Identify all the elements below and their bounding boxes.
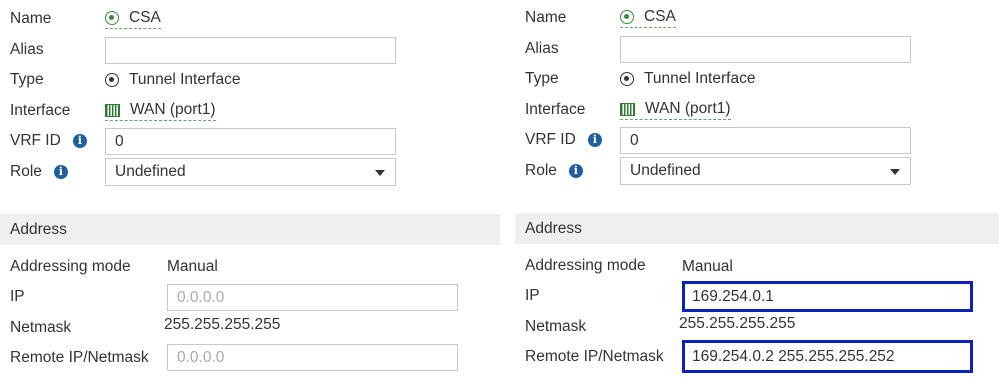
tunnel-icon [620, 72, 634, 86]
addressing-mode-label: Addressing mode [10, 258, 131, 275]
interface-value[interactable]: WAN (port1) [620, 100, 731, 120]
role-row: Role i [10, 159, 105, 185]
address-section-header: Address [515, 213, 999, 244]
role-label: Role i [10, 163, 105, 181]
alias-input[interactable] [105, 37, 396, 64]
caret-down-icon [890, 169, 900, 175]
interface-row: Interface WAN (port1) [10, 98, 216, 124]
role-label-text: Role [525, 162, 557, 179]
addressing-mode-value: Manual [167, 258, 218, 275]
info-icon[interactable]: i [72, 134, 87, 148]
role-select[interactable]: Undefined [105, 158, 396, 186]
netmask-label: Netmask [10, 319, 72, 336]
netmask-value: 255.255.255.255 [164, 316, 281, 333]
netmask-label: Netmask [525, 318, 587, 335]
ip-input[interactable]: 0.0.0.0 [167, 284, 458, 311]
info-icon[interactable]: i [587, 133, 602, 147]
type-row: Type Tunnel Interface [10, 67, 240, 93]
name-text: CSA [129, 9, 161, 26]
interface-label: Interface [525, 101, 586, 118]
vrf-id-input[interactable]: 0 [105, 128, 396, 155]
type-text: Tunnel Interface [129, 71, 241, 88]
role-label: Role i [525, 162, 620, 180]
role-row: Role i [525, 158, 620, 184]
remote-ip-netmask-label: Remote IP/Netmask [525, 348, 664, 365]
remote-ip-netmask-label: Remote IP/Netmask [10, 349, 149, 366]
interface-form-left: Name CSA Alias Type Tunnel Interface Int… [0, 0, 500, 392]
type-value: Tunnel Interface [620, 70, 755, 88]
type-text: Tunnel Interface [644, 70, 756, 87]
type-row: Type Tunnel Interface [525, 66, 755, 92]
caret-down-icon [375, 170, 385, 176]
port-icon [620, 102, 635, 116]
addressing-mode-label: Addressing mode [525, 257, 646, 274]
alias-label: Alias [525, 40, 559, 57]
type-label: Type [525, 70, 559, 87]
name-value[interactable]: CSA [620, 8, 676, 28]
tunnel-icon [105, 73, 119, 87]
remote-ip-netmask-input[interactable]: 169.254.0.2 255.255.255.252 [682, 340, 973, 373]
remote-ip-netmask-input[interactable]: 0.0.0.0 [167, 344, 458, 371]
port-icon [105, 103, 120, 117]
addressing-mode-value: Manual [682, 258, 733, 275]
ip-label: IP [525, 287, 540, 304]
interface-label: Interface [10, 102, 71, 119]
role-selected-value: Undefined [630, 162, 701, 179]
role-selected-value: Undefined [115, 163, 186, 180]
role-label-text: Role [10, 163, 42, 180]
address-section-header: Address [0, 214, 500, 245]
interface-text: WAN (port1) [130, 101, 216, 118]
vrf-id-row: VRF ID i [10, 128, 105, 154]
vrf-id-label: VRF ID i [525, 131, 620, 149]
vrf-id-input[interactable]: 0 [620, 127, 911, 154]
name-label: Name [10, 10, 52, 27]
alias-row: Alias [10, 37, 105, 63]
vrf-id-label-text: VRF ID [525, 131, 576, 148]
vrf-id-row: VRF ID i [525, 127, 620, 153]
tunnel-icon [105, 11, 119, 25]
name-row: Name CSA [10, 6, 161, 32]
info-icon[interactable]: i [53, 165, 68, 179]
alias-row: Alias [525, 36, 620, 62]
name-label: Name [525, 9, 567, 26]
role-select[interactable]: Undefined [620, 157, 911, 185]
alias-input[interactable] [620, 36, 911, 63]
type-value: Tunnel Interface [105, 71, 240, 89]
netmask-value: 255.255.255.255 [679, 315, 796, 332]
type-label: Type [10, 71, 44, 88]
tunnel-icon [620, 10, 634, 24]
name-text: CSA [644, 8, 676, 25]
vrf-id-label-text: VRF ID [10, 132, 61, 149]
name-row: Name CSA [525, 5, 676, 31]
name-value[interactable]: CSA [105, 9, 161, 29]
interface-text: WAN (port1) [645, 100, 731, 117]
interface-row: Interface WAN (port1) [525, 97, 731, 123]
interface-form-right: Name CSA Alias Type Tunnel Interface Int… [515, 0, 999, 392]
alias-label: Alias [10, 41, 44, 58]
ip-label: IP [10, 288, 25, 305]
vrf-id-label: VRF ID i [10, 132, 105, 150]
interface-value[interactable]: WAN (port1) [105, 101, 216, 121]
ip-input[interactable]: 169.254.0.1 [682, 281, 973, 312]
info-icon[interactable]: i [568, 164, 583, 178]
